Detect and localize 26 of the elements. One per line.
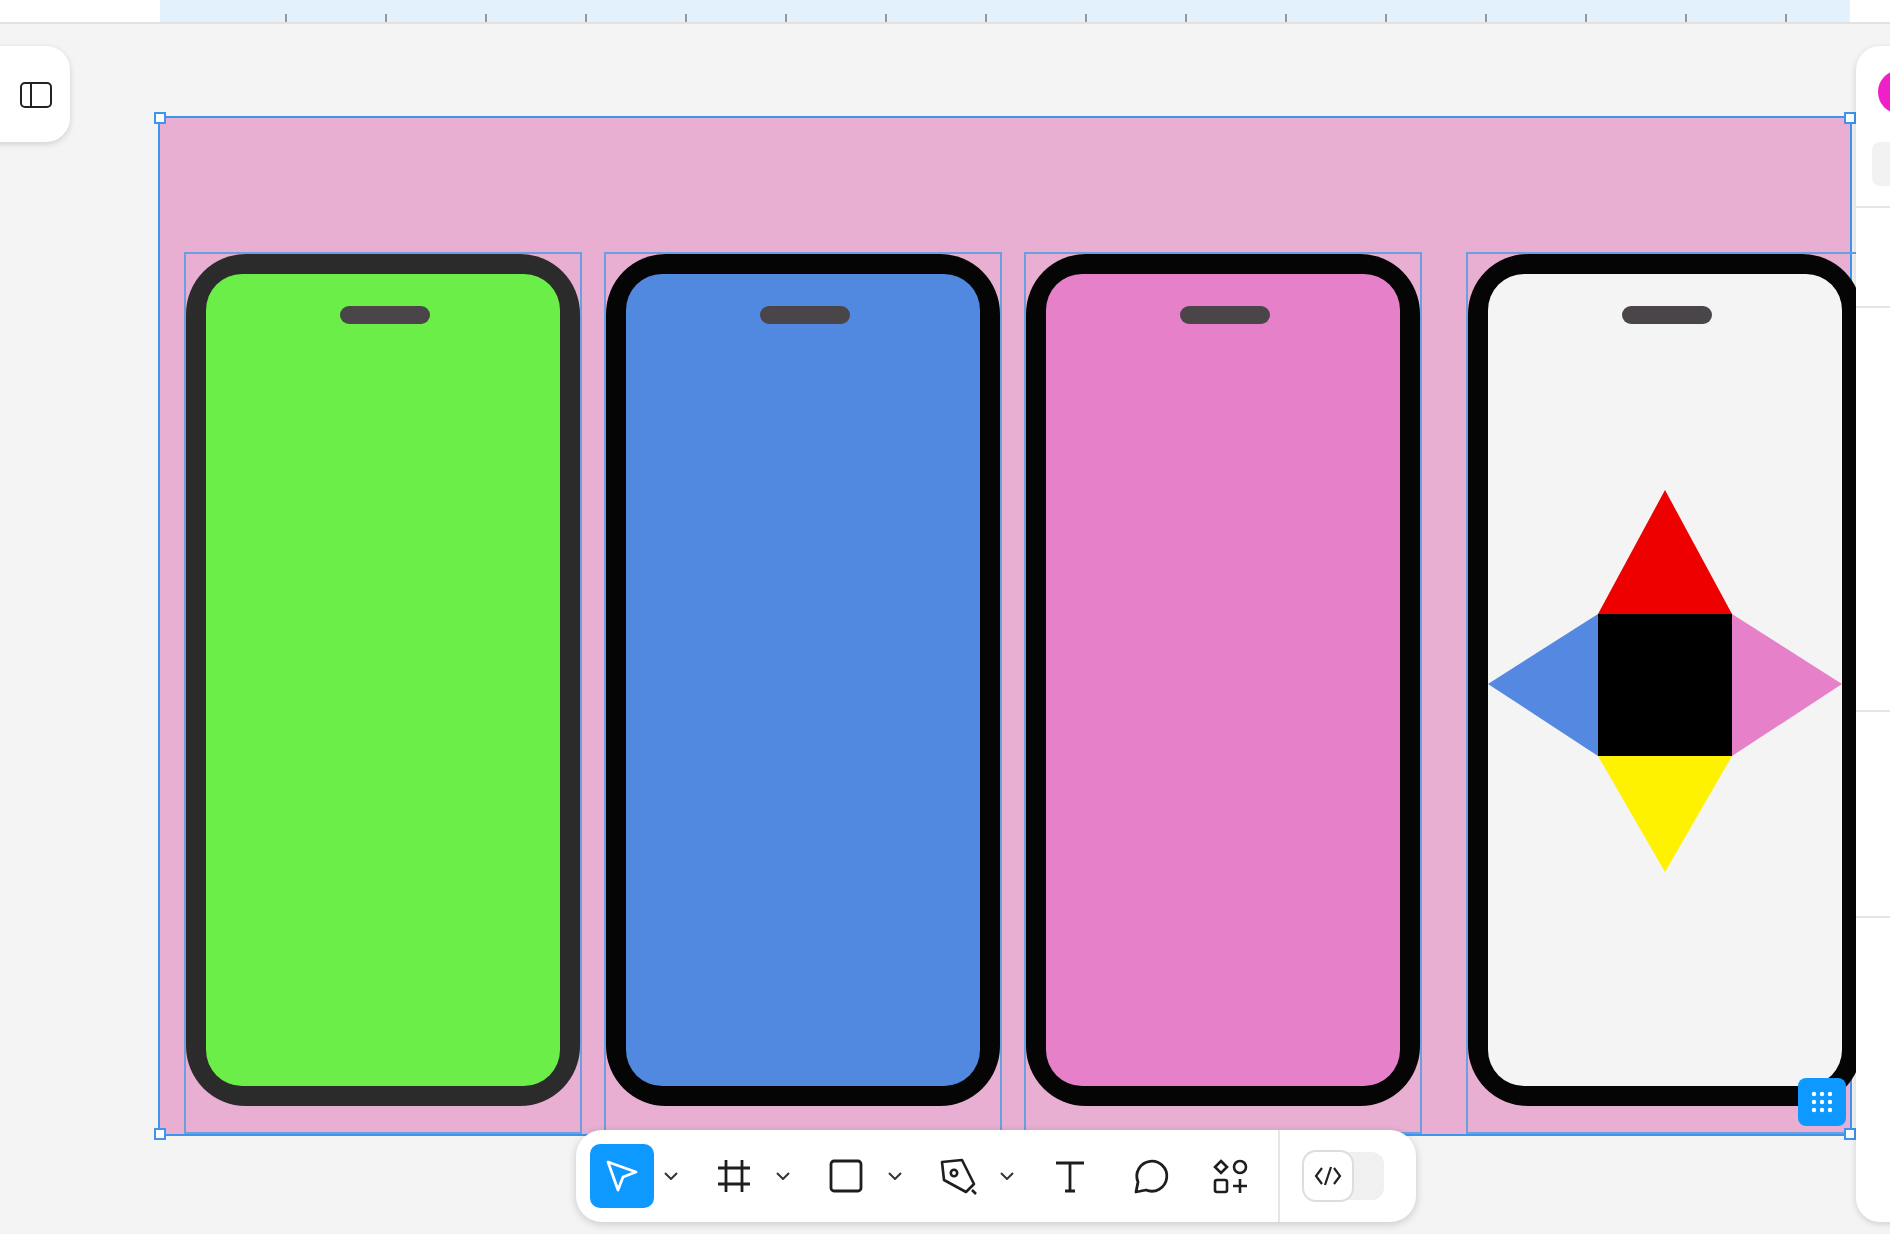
caret-icon xyxy=(663,1172,677,1180)
sidebar-icon xyxy=(19,81,51,107)
caret-icon xyxy=(887,1172,901,1180)
dev-mode-toggle[interactable] xyxy=(1304,1152,1384,1200)
artboard-frame[interactable] xyxy=(160,118,1850,1134)
phone-notch xyxy=(759,306,849,324)
pen-nib-icon xyxy=(938,1156,978,1196)
resize-handle[interactable] xyxy=(1844,1128,1856,1140)
speech-bubble-icon xyxy=(1131,1157,1169,1195)
resize-handle[interactable] xyxy=(1844,112,1856,124)
square-icon xyxy=(828,1158,864,1194)
caret-icon xyxy=(775,1172,789,1180)
phone-notch xyxy=(1621,306,1711,324)
caret-icon xyxy=(999,1172,1013,1180)
code-icon xyxy=(1314,1166,1342,1186)
dots-grid-icon xyxy=(1810,1090,1834,1114)
phone-notch xyxy=(339,306,429,324)
phone-notch xyxy=(1179,306,1269,324)
resize-handle[interactable] xyxy=(154,112,166,124)
cursor-icon xyxy=(602,1156,642,1196)
resize-handle[interactable] xyxy=(154,1128,166,1140)
layout-grid-button[interactable] xyxy=(1798,1078,1846,1126)
sidebar-toggle-button[interactable] xyxy=(0,46,70,142)
shapes-icon xyxy=(1211,1157,1249,1195)
text-icon xyxy=(1052,1158,1088,1194)
hash-icon xyxy=(716,1158,752,1194)
